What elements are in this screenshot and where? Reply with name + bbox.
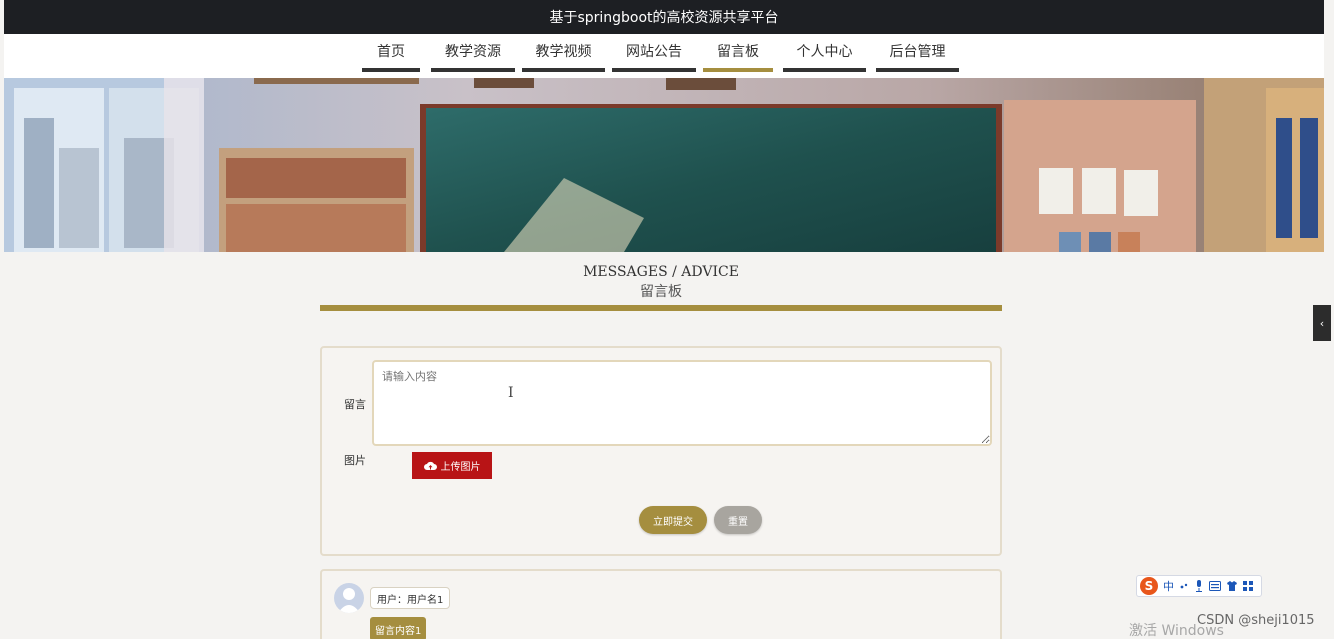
message-input[interactable]: [372, 360, 992, 446]
nav-item-announcements[interactable]: 网站公告: [612, 34, 696, 72]
nav-item-label: 个人中心: [796, 44, 853, 60]
upload-label: 上传图片: [440, 462, 481, 473]
nav-item-admin[interactable]: 后台管理: [876, 34, 959, 72]
image-label: 图片: [344, 454, 366, 467]
nav-item-resources[interactable]: 教学资源: [431, 34, 515, 72]
submit-button[interactable]: 立即提交: [639, 506, 707, 534]
ime-toolbar[interactable]: S 中: [1136, 575, 1262, 597]
nav-item-label: 留言板: [717, 44, 759, 60]
nav-item-label: 教学视频: [535, 44, 592, 60]
nav-item-label: 教学资源: [445, 44, 501, 60]
user-avatar-icon: [338, 588, 360, 613]
sogou-logo-icon: S: [1140, 577, 1158, 595]
section-title-cn: 留言板: [640, 284, 682, 300]
nav-item-videos[interactable]: 教学视频: [522, 34, 605, 72]
message-content: 留言内容1: [370, 617, 427, 639]
nav-item-home[interactable]: 首页: [362, 34, 420, 72]
csdn-watermark: CSDN @sheji1015: [1197, 613, 1315, 628]
chevron-left-icon: ‹: [1319, 316, 1325, 330]
nav-item-messages[interactable]: 留言板: [703, 34, 773, 72]
nav-item-label: 后台管理: [889, 44, 946, 60]
submit-label: 立即提交: [653, 516, 693, 528]
site-title: 基于springboot的高校资源共享平台: [549, 10, 779, 26]
keyboard-icon: [1209, 581, 1221, 591]
main-nav: 首页 教学资源 教学视频 网站公告 留言板 个人中心 后台管理: [4, 34, 1324, 78]
punctuation-icon: [1180, 583, 1188, 589]
nav-item-label: 网站公告: [626, 44, 682, 60]
top-header: 基于springboot的高校资源共享平台: [4, 0, 1324, 34]
section-title-en: MESSAGES / ADVICE: [583, 264, 739, 280]
nav-item-label: 首页: [377, 44, 405, 60]
nav-item-profile[interactable]: 个人中心: [783, 34, 866, 72]
microphone-icon: [1196, 580, 1202, 592]
cloud-upload-icon: [423, 461, 437, 470]
reset-label: 重置: [728, 516, 748, 528]
upload-image-button[interactable]: 上传图片: [412, 452, 492, 479]
sidebar-collapse-button[interactable]: ‹: [1313, 305, 1331, 341]
classroom-banner: [4, 78, 1324, 252]
skin-shirt-icon: [1227, 581, 1237, 591]
text-cursor-icon: I: [508, 385, 514, 401]
grid-menu-icon: [1243, 581, 1253, 591]
section-divider: [320, 305, 1002, 311]
section-heading: MESSAGES / ADVICE 留言板: [320, 264, 1002, 301]
message-list-item: 用户：用户名1 留言内容1: [320, 569, 1002, 639]
ime-mode-label: 中: [1163, 580, 1174, 593]
reset-button[interactable]: 重置: [714, 506, 762, 534]
avatar: [334, 583, 364, 613]
message-label: 留言: [344, 398, 366, 411]
classroom-illustration: [4, 78, 1324, 252]
message-form: 留言 图片 上传图片 立即提交 重置: [320, 346, 1002, 556]
message-user: 用户：用户名1: [370, 587, 451, 609]
